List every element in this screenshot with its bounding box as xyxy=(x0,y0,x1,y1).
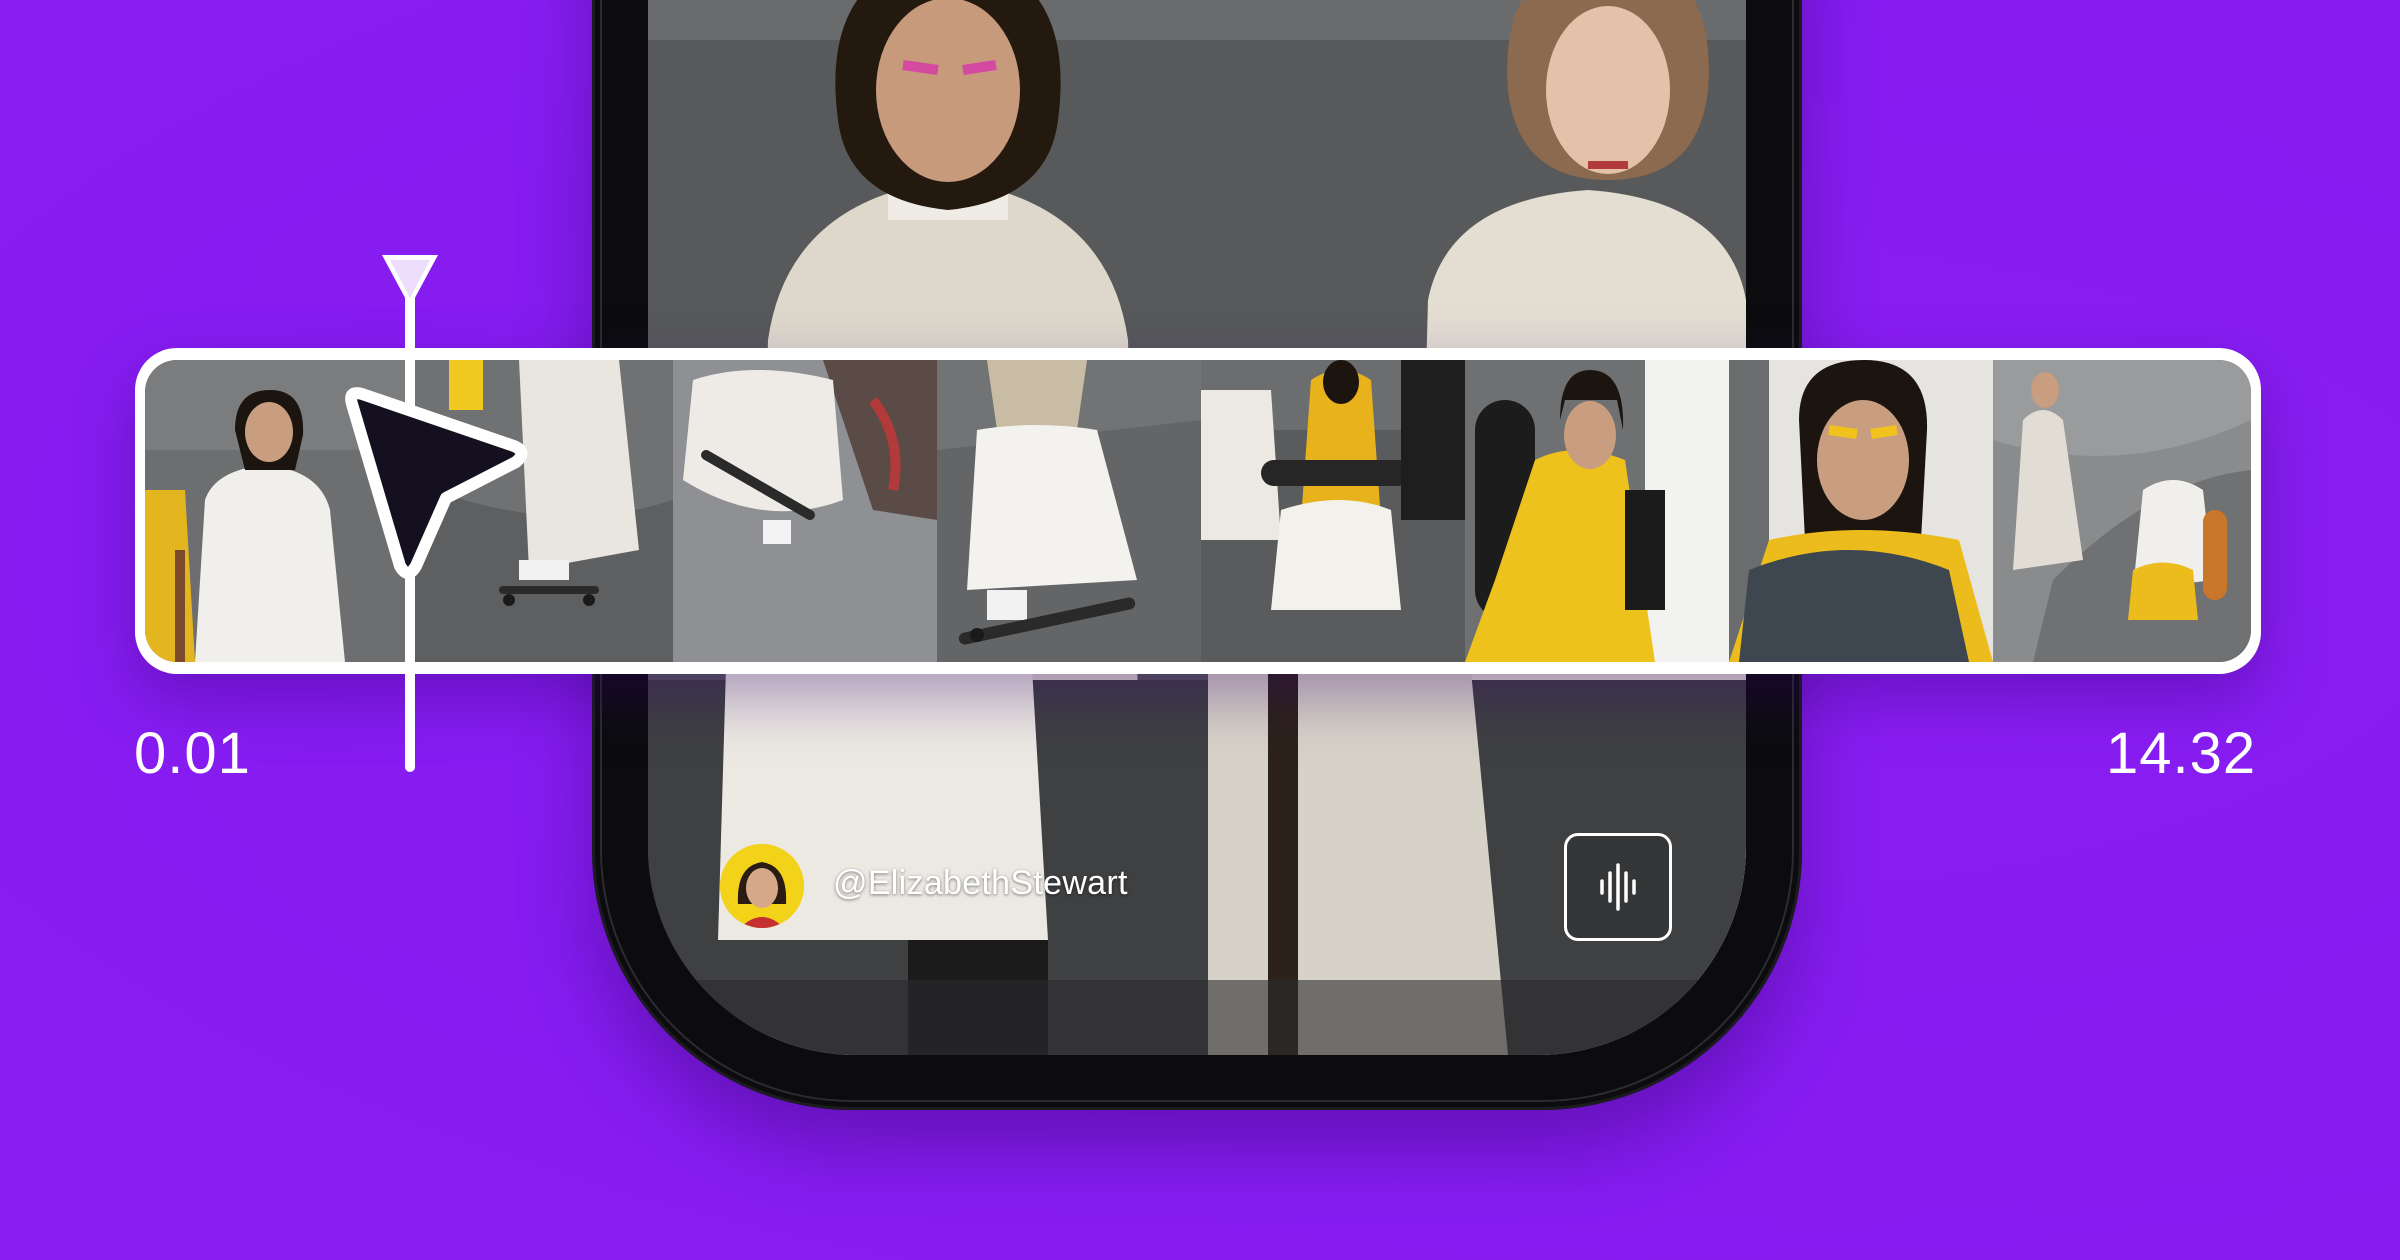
timeline-frame[interactable] xyxy=(673,360,937,662)
playhead-marker-icon[interactable] xyxy=(380,253,440,309)
timeline-frame[interactable] xyxy=(937,360,1201,662)
timeline-start-time: 0.01 xyxy=(134,721,251,786)
audio-waveform-icon xyxy=(1600,863,1636,911)
audio-button[interactable] xyxy=(1564,833,1672,941)
username-handle[interactable]: @ElizabethStewart xyxy=(833,864,1128,903)
frame-thumbnail xyxy=(1729,360,1993,662)
timeline-frame[interactable] xyxy=(1729,360,1993,662)
frame-thumbnail xyxy=(1993,360,2251,662)
frame-thumbnail xyxy=(1465,360,1729,662)
timeline-frame[interactable] xyxy=(1201,360,1465,662)
timeline-frame[interactable] xyxy=(1993,360,2251,662)
avatar[interactable] xyxy=(720,844,804,928)
frame-thumbnail xyxy=(1201,360,1465,662)
avatar-icon xyxy=(720,844,804,928)
frame-thumbnail xyxy=(673,360,937,662)
pointer-cursor-icon xyxy=(345,387,528,579)
timeline-frame[interactable] xyxy=(1465,360,1729,662)
timeline-end-time: 14.32 xyxy=(2106,721,2257,786)
frame-thumbnail xyxy=(937,360,1201,662)
